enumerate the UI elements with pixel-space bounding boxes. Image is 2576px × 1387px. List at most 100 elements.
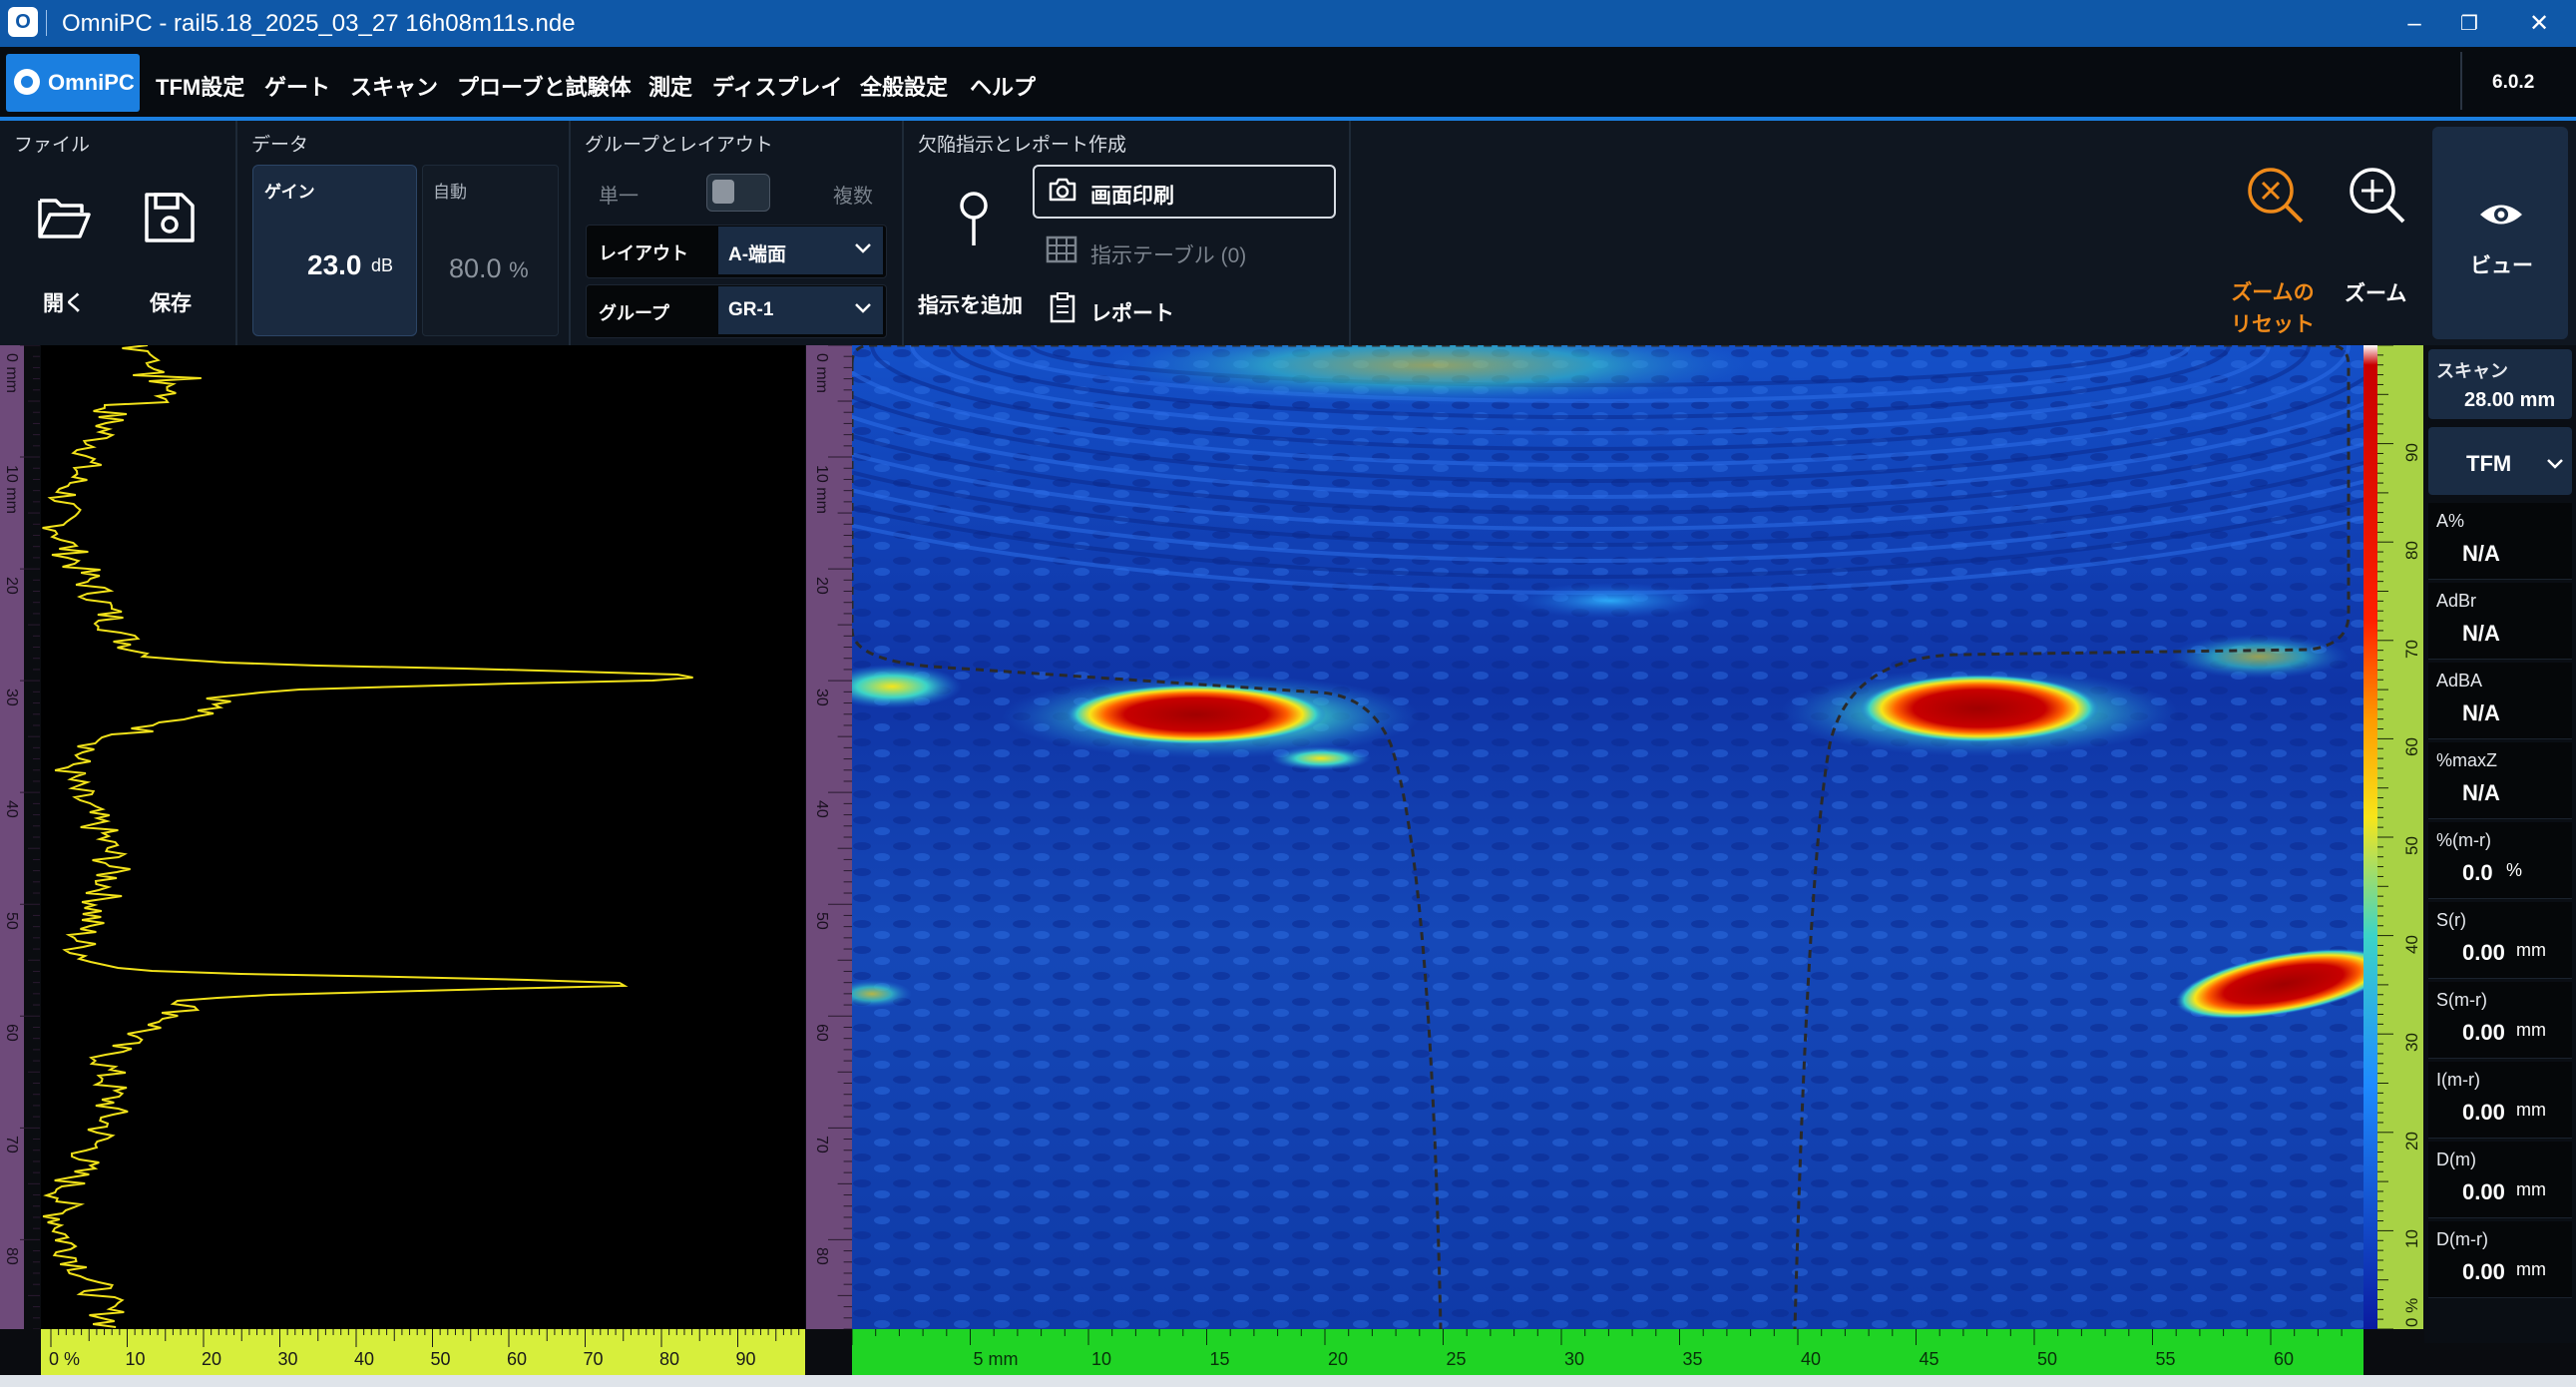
ruler-tick-label: 70 <box>3 1136 20 1155</box>
ascan-amplitude-tick-label: 30 <box>277 1349 298 1369</box>
indication-table-label[interactable]: 指示テーブル (0) <box>1090 239 1246 269</box>
ruler-tick-label: 70 <box>813 1136 830 1155</box>
restore-button[interactable]: ❐ <box>2439 6 2499 42</box>
ascan-trace <box>42 345 693 1328</box>
amplitude-percent-tick-label: 50 <box>2402 836 2421 855</box>
menu-help[interactable]: ヘルプ <box>970 70 1036 102</box>
ruler-tick-label: 40 <box>813 800 830 818</box>
reading-value: 0.00 <box>2462 1259 2505 1284</box>
save-button-label[interactable]: 保存 <box>150 287 192 317</box>
tfm-scan-tick-label: 55 <box>2155 1349 2176 1369</box>
save-icon[interactable] <box>142 190 198 245</box>
menu-general-settings[interactable]: 全般設定 <box>860 70 948 102</box>
tfm-scan-tick-label: 30 <box>1564 1349 1585 1369</box>
reading-unit: mm <box>2516 1179 2546 1199</box>
tfm-scan-tick-label: 35 <box>1682 1349 1703 1369</box>
tfm-mid-reflection <box>1510 583 1710 619</box>
ruler-tick-label: 80 <box>3 1247 20 1266</box>
single-label: 単一 <box>599 186 639 208</box>
amplitude-percent-tick-label: 30 <box>2402 1033 2421 1053</box>
menu-scan[interactable]: スキャン <box>350 70 438 102</box>
amplitude-colorbar <box>2363 345 2377 1329</box>
open-button-label[interactable]: 開く <box>43 287 85 317</box>
ruler-tick-label: 20 <box>813 577 830 595</box>
reading-unit: mm <box>2516 940 2546 960</box>
add-indication-label[interactable]: 指示を追加 <box>918 289 1023 319</box>
menu-display[interactable]: ディスプレイ <box>712 70 842 102</box>
menu-probe-specimen[interactable]: プローブと試験体 <box>457 70 632 102</box>
reading-value: 0.00 <box>2462 940 2505 965</box>
tfm-scan-tick-label: 40 <box>1801 1349 1822 1369</box>
tfm-scan-tick-label: 5 mm <box>973 1349 1019 1369</box>
print-screen-button[interactable] <box>1033 165 1336 219</box>
add-indication-pin-icon[interactable] <box>956 190 992 249</box>
reading-value: 0.0 <box>2462 860 2493 885</box>
tfm-scan-tick-label: 15 <box>1209 1349 1230 1369</box>
toggle-knob <box>712 180 734 204</box>
table-icon <box>1046 235 1077 263</box>
reading-value: 0.00 <box>2462 1100 2505 1125</box>
eye-icon <box>2480 205 2522 225</box>
amplitude-percent-tick-label: 90 <box>2402 442 2421 462</box>
tfm-scan-tick-label: 60 <box>2274 1349 2295 1369</box>
zoom-reset-icon[interactable] <box>2245 165 2307 227</box>
menu-measure[interactable]: 測定 <box>648 70 692 102</box>
view-label: ビュー <box>2470 254 2533 277</box>
group-section-label: グループとレイアウト <box>585 135 773 156</box>
minimize-button[interactable]: – <box>2384 6 2444 42</box>
report-clipboard-icon <box>1050 292 1075 323</box>
tfm-scan-ruler-ticks <box>852 1329 2343 1345</box>
data-section-label: データ <box>251 135 309 156</box>
amplitude-percent-ticks <box>2377 345 2393 1329</box>
report-label[interactable]: レポート <box>1090 297 1174 327</box>
scan-position-value: 28.00 mm <box>2464 389 2556 411</box>
zoom-in-icon[interactable] <box>2347 165 2408 227</box>
ruler-tick-label: 10 mm <box>3 465 20 514</box>
amplitude-percent-tick-label: 0 % <box>2402 1297 2421 1327</box>
version-separator <box>2460 52 2462 110</box>
ascan-amplitude-tick-label: 70 <box>583 1349 604 1369</box>
reading-label: AdBr <box>2436 591 2477 611</box>
reading-value: 0.00 <box>2462 1179 2505 1204</box>
ruler-tick-label: 30 <box>3 689 20 706</box>
auto-value: 80.0 % <box>449 253 529 283</box>
chevron-down-icon <box>2547 459 2563 469</box>
tfm-image[interactable] <box>852 345 2363 1329</box>
menu-gate[interactable]: ゲート <box>264 70 330 102</box>
reading-unit: mm <box>2516 1259 2546 1279</box>
ascan-amplitude-tick-label: 40 <box>354 1349 375 1369</box>
ruler-tick-label: 0 mm <box>3 353 20 393</box>
reading-value: N/A <box>2462 700 2500 725</box>
tfm-scan-tick-label: 50 <box>2037 1349 2058 1369</box>
ascan-amplitude-tick-label: 0 % <box>49 1349 81 1369</box>
reading-label: I(m-r) <box>2436 1070 2480 1090</box>
reading-label: A% <box>2436 511 2465 531</box>
folder-open-icon[interactable] <box>36 195 92 242</box>
auto-unit: % <box>509 257 529 282</box>
ascan-amplitude-tick-label: 10 <box>125 1349 146 1369</box>
print-screen-label: 画面印刷 <box>1090 185 1174 208</box>
ascan-amplitude-tick-label: 90 <box>735 1349 756 1369</box>
amplitude-percent-tick-label: 20 <box>2402 1131 2421 1151</box>
reading-value: 0.00 <box>2462 1020 2505 1045</box>
reading-value: N/A <box>2462 780 2500 805</box>
close-button[interactable]: ✕ <box>2509 6 2569 42</box>
zoom-label[interactable]: ズーム <box>2345 277 2406 307</box>
menu-tfm-settings[interactable]: TFM設定 <box>156 70 244 102</box>
reading-label: S(r) <box>2436 910 2466 930</box>
app-icon: O <box>8 7 38 37</box>
view-button[interactable] <box>2432 127 2568 339</box>
ruler-tick-label: 50 <box>813 912 830 931</box>
indication-section-label: 欠陥指示とレポート作成 <box>918 135 1127 156</box>
reading-label: %(m-r) <box>2436 830 2491 850</box>
reading-unit: mm <box>2516 1020 2546 1040</box>
reading-label: AdBA <box>2436 671 2483 691</box>
tfm-right-edge-reflection <box>2169 635 2349 679</box>
tfm-right-flaw <box>1860 675 2099 742</box>
reading-value: N/A <box>2462 541 2500 566</box>
reading-label: %maxZ <box>2436 750 2498 770</box>
ascan-plot[interactable] <box>41 345 805 1329</box>
zoom-reset-label[interactable]: ズームのリセット <box>2223 277 2323 341</box>
amplitude-percent-tick-label: 60 <box>2402 737 2421 757</box>
title-separator <box>46 10 47 36</box>
